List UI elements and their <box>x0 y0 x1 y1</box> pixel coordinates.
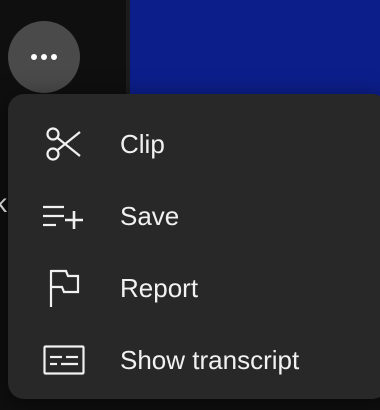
more-horizontal-icon <box>31 54 57 60</box>
transcript-icon <box>42 338 86 382</box>
screen: k Clip Save Report Show transcript <box>0 0 380 410</box>
menu-item-report[interactable]: Report <box>8 252 380 324</box>
more-actions-button[interactable] <box>8 21 80 93</box>
video-thumbnail[interactable] <box>130 0 380 100</box>
flag-icon <box>42 266 86 310</box>
menu-item-clip[interactable]: Clip <box>8 108 380 180</box>
menu-item-show-transcript[interactable]: Show transcript <box>8 324 380 396</box>
actions-menu: Clip Save Report Show transcript <box>8 94 380 399</box>
scissors-icon <box>42 122 86 166</box>
menu-item-label: Save <box>120 201 180 231</box>
menu-item-label: Show transcript <box>120 345 300 375</box>
playlist-add-icon <box>42 194 86 238</box>
menu-item-save[interactable]: Save <box>8 180 380 252</box>
partial-background-text: k <box>0 188 7 218</box>
menu-item-label: Report <box>120 273 199 303</box>
menu-item-label: Clip <box>120 129 165 159</box>
